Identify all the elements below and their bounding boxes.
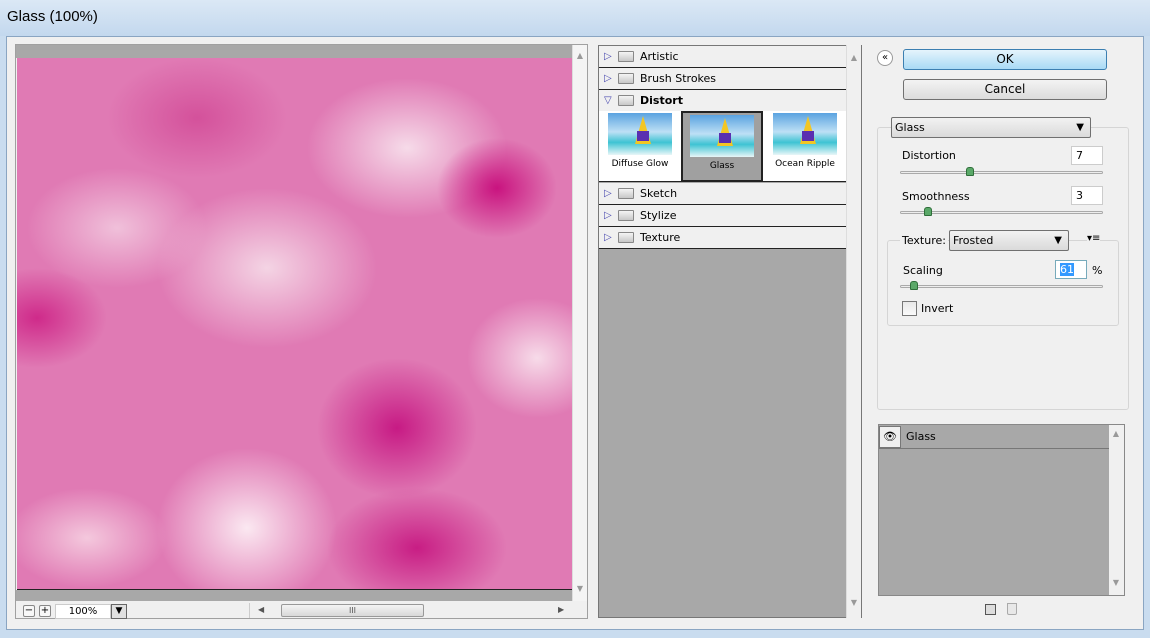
filter-ocean-ripple[interactable]: Ocean Ripple bbox=[764, 111, 846, 182]
scroll-thumb[interactable]: III bbox=[281, 604, 424, 617]
distortion-label: Distortion bbox=[902, 149, 956, 162]
category-label: Brush Strokes bbox=[640, 72, 717, 85]
scaling-value-selected: 61 bbox=[1060, 263, 1074, 276]
ok-button[interactable]: OK bbox=[903, 49, 1107, 70]
folder-icon bbox=[618, 210, 634, 221]
filter-glass[interactable]: Glass bbox=[681, 111, 763, 182]
scaling-label: Scaling bbox=[903, 264, 943, 277]
preview-image[interactable] bbox=[17, 58, 572, 590]
folder-icon bbox=[618, 51, 634, 62]
filter-label: Diffuse Glow bbox=[611, 159, 669, 169]
category-label: Sketch bbox=[640, 187, 678, 200]
texture-label: Texture: bbox=[900, 234, 948, 247]
folder-icon bbox=[618, 73, 634, 84]
open-folder-icon bbox=[618, 95, 634, 106]
delete-effect-layer-icon[interactable] bbox=[1007, 603, 1017, 615]
filter-select-value: Glass bbox=[895, 121, 925, 134]
preview-border bbox=[16, 590, 572, 601]
visibility-eye-icon[interactable]: 👁 bbox=[879, 425, 901, 448]
category-stylize[interactable]: ▷ Stylize bbox=[599, 205, 846, 227]
filter-label: Glass bbox=[709, 161, 735, 171]
category-brush-strokes[interactable]: ▷ Brush Strokes bbox=[599, 68, 846, 90]
expand-triangle-icon: ▷ bbox=[604, 210, 612, 221]
category-label: Distort bbox=[640, 94, 683, 107]
cancel-button[interactable]: Cancel bbox=[903, 79, 1107, 100]
thumbnail-image bbox=[690, 115, 754, 157]
smoothness-label: Smoothness bbox=[902, 190, 970, 203]
category-label: Texture bbox=[640, 231, 681, 244]
folder-icon bbox=[618, 232, 634, 243]
texture-select[interactable]: Frosted ▼ bbox=[949, 230, 1069, 251]
distortion-slider-knob[interactable] bbox=[966, 167, 974, 176]
expand-triangle-icon: ▷ bbox=[604, 232, 612, 243]
distort-thumbnails: Diffuse Glow Glass Ocean Ripple bbox=[599, 111, 846, 182]
preview-border bbox=[16, 45, 572, 58]
chevron-down-icon: ▼ bbox=[1054, 235, 1062, 246]
folder-icon bbox=[618, 188, 634, 199]
texture-select-value: Frosted bbox=[953, 234, 994, 247]
scroll-down-icon[interactable]: ▼ bbox=[573, 584, 587, 593]
zoom-level-field[interactable]: 100% bbox=[55, 604, 111, 619]
scroll-right-icon[interactable]: ▶ bbox=[558, 605, 564, 614]
preview-vertical-scrollbar[interactable]: ▲ ▼ bbox=[572, 45, 587, 601]
chevron-down-icon: ▼ bbox=[1076, 122, 1084, 133]
zoom-in-button[interactable]: + bbox=[39, 605, 51, 617]
smoothness-input[interactable]: 3 bbox=[1071, 186, 1103, 205]
thumbnail-image bbox=[608, 113, 672, 155]
distortion-input[interactable]: 7 bbox=[1071, 146, 1103, 165]
category-label: Artistic bbox=[640, 50, 679, 63]
scroll-left-icon[interactable]: ◀ bbox=[258, 605, 264, 614]
category-sketch[interactable]: ▷ Sketch bbox=[599, 183, 846, 205]
effect-layer-glass[interactable]: 👁 Glass bbox=[879, 425, 1109, 449]
smoothness-slider-knob[interactable] bbox=[924, 207, 932, 216]
expand-triangle-icon: ▷ bbox=[604, 73, 612, 84]
filter-list-scrollbar[interactable]: ▲ ▼ bbox=[846, 45, 861, 618]
collapse-triangle-icon: ▽ bbox=[604, 95, 612, 106]
filter-diffuse-glow[interactable]: Diffuse Glow bbox=[599, 111, 681, 182]
scroll-down-icon[interactable]: ▼ bbox=[1109, 578, 1123, 587]
filter-label: Ocean Ripple bbox=[775, 159, 835, 169]
invert-checkbox[interactable] bbox=[902, 301, 917, 316]
category-label: Stylize bbox=[640, 209, 677, 222]
category-artistic[interactable]: ▷ Artistic bbox=[599, 46, 846, 68]
layers-scrollbar[interactable]: ▲ ▼ bbox=[1109, 425, 1124, 595]
expand-triangle-icon: ▷ bbox=[604, 51, 612, 62]
scaling-unit: % bbox=[1092, 264, 1103, 277]
category-distort[interactable]: ▽ Distort bbox=[599, 90, 846, 112]
scaling-slider-knob[interactable] bbox=[910, 281, 918, 290]
texture-menu-icon[interactable]: ▾≡ bbox=[1087, 233, 1101, 244]
expand-triangle-icon: ▷ bbox=[604, 188, 612, 199]
filter-select[interactable]: Glass ▼ bbox=[891, 117, 1091, 138]
distortion-slider[interactable] bbox=[900, 171, 1103, 174]
layer-label: Glass bbox=[906, 430, 936, 443]
scaling-slider[interactable] bbox=[900, 285, 1103, 288]
category-texture[interactable]: ▷ Texture bbox=[599, 227, 846, 249]
new-effect-layer-icon[interactable] bbox=[985, 604, 996, 615]
effect-layers-panel bbox=[878, 424, 1125, 596]
scroll-up-icon[interactable]: ▲ bbox=[1109, 429, 1123, 438]
thumbnail-image bbox=[773, 113, 837, 155]
scroll-up-icon[interactable]: ▲ bbox=[847, 53, 861, 62]
zoom-out-button[interactable]: − bbox=[23, 605, 35, 617]
scaling-input[interactable]: 61 bbox=[1055, 260, 1087, 279]
scroll-up-icon[interactable]: ▲ bbox=[573, 51, 587, 60]
title-bar bbox=[0, 0, 1150, 36]
collapse-gallery-button[interactable]: « bbox=[877, 50, 893, 66]
window-title: Glass (100%) bbox=[7, 8, 98, 25]
scroll-down-icon[interactable]: ▼ bbox=[847, 598, 861, 607]
invert-label: Invert bbox=[921, 302, 954, 315]
zoom-dropdown-icon[interactable]: ▼ bbox=[111, 604, 127, 619]
